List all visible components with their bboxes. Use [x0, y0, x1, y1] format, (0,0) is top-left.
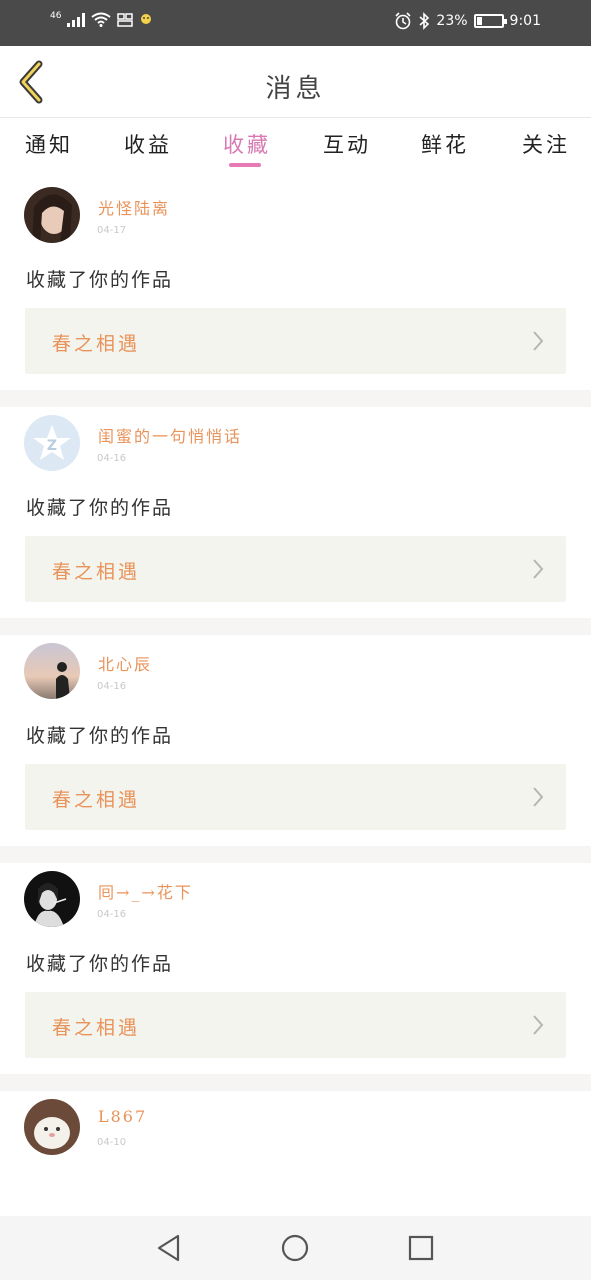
- tab-favorites[interactable]: 收藏: [223, 129, 271, 159]
- avatar[interactable]: [24, 187, 80, 243]
- list-item: Z 闺蜜的一句悄悄话 04-16 收藏了你的作品 春之相遇: [0, 407, 591, 618]
- status-bar: 46 23% ⚡ 9:01: [0, 0, 591, 46]
- username[interactable]: 光怪陆离: [98, 195, 170, 219]
- work-title: 春之相遇: [52, 333, 141, 355]
- clock: 9:01: [509, 13, 541, 29]
- tab-follows[interactable]: 关注: [522, 129, 570, 159]
- username[interactable]: 闺蜜的一句悄悄话: [98, 423, 242, 447]
- status-left: 46: [50, 10, 153, 27]
- hd-call-icon: [117, 13, 134, 27]
- action-text: 收藏了你的作品: [26, 497, 174, 519]
- date: 04-10: [97, 1137, 127, 1148]
- page-title: 消息: [265, 74, 326, 104]
- list-item: 囘→_→花下 04-16 收藏了你的作品 春之相遇: [0, 863, 591, 1074]
- notification-icon: [141, 14, 152, 24]
- separator: [0, 618, 591, 635]
- date: 04-17: [97, 225, 127, 236]
- tab-flowers[interactable]: 鲜花: [421, 129, 469, 159]
- bluetooth-icon: [419, 12, 430, 30]
- work-link[interactable]: 春之相遇: [25, 992, 566, 1058]
- separator: [0, 846, 591, 863]
- back-triangle-icon[interactable]: [154, 1233, 184, 1263]
- avatar[interactable]: Z: [24, 415, 80, 471]
- list-item: L867 04-10: [0, 1091, 591, 1216]
- chevron-right-icon: [533, 559, 544, 579]
- avatar[interactable]: [24, 1099, 80, 1155]
- header: 消息: [0, 46, 591, 118]
- work-link[interactable]: 春之相遇: [25, 764, 566, 830]
- status-right: 23% ⚡ 9:01: [394, 12, 541, 30]
- username[interactable]: L867: [98, 1107, 147, 1126]
- list-item: 光怪陆离 04-17 收藏了你的作品 春之相遇: [0, 179, 591, 390]
- work-title: 春之相遇: [52, 561, 141, 583]
- work-title: 春之相遇: [52, 1017, 141, 1039]
- active-tab-indicator: [229, 163, 261, 167]
- work-link[interactable]: 春之相遇: [25, 536, 566, 602]
- date: 04-16: [97, 453, 127, 464]
- tab-bar: 通知 收益 收藏 互动 鲜花 关注: [0, 119, 591, 179]
- recents-square-icon[interactable]: [406, 1233, 436, 1263]
- list-item: 北心辰 04-16 收藏了你的作品 春之相遇: [0, 635, 591, 846]
- avatar[interactable]: [24, 643, 80, 699]
- work-link[interactable]: 春之相遇: [25, 308, 566, 374]
- work-title: 春之相遇: [52, 789, 141, 811]
- action-text: 收藏了你的作品: [26, 725, 174, 747]
- chevron-right-icon: [533, 1015, 544, 1035]
- system-nav-bar: [0, 1216, 591, 1280]
- action-text: 收藏了你的作品: [26, 269, 174, 291]
- network-type: 46: [50, 10, 62, 21]
- wifi-icon: [91, 12, 112, 27]
- date: 04-16: [97, 681, 127, 692]
- tab-interactions[interactable]: 互动: [323, 129, 371, 159]
- tab-notifications[interactable]: 通知: [25, 129, 73, 159]
- username[interactable]: 囘→_→花下: [98, 879, 193, 903]
- chevron-right-icon: [533, 331, 544, 351]
- home-circle-icon[interactable]: [280, 1233, 310, 1263]
- username[interactable]: 北心辰: [98, 651, 152, 675]
- battery-icon: ⚡: [473, 14, 507, 28]
- alarm-icon: [395, 12, 411, 30]
- signal-icon: [67, 12, 86, 27]
- battery-percent: 23%: [436, 13, 468, 29]
- tab-earnings[interactable]: 收益: [124, 129, 172, 159]
- separator: [0, 1074, 591, 1091]
- chevron-right-icon: [533, 787, 544, 807]
- action-text: 收藏了你的作品: [26, 953, 174, 975]
- separator: [0, 390, 591, 407]
- svg-text:Z: Z: [47, 438, 57, 454]
- date: 04-16: [97, 909, 127, 920]
- avatar[interactable]: [24, 871, 80, 927]
